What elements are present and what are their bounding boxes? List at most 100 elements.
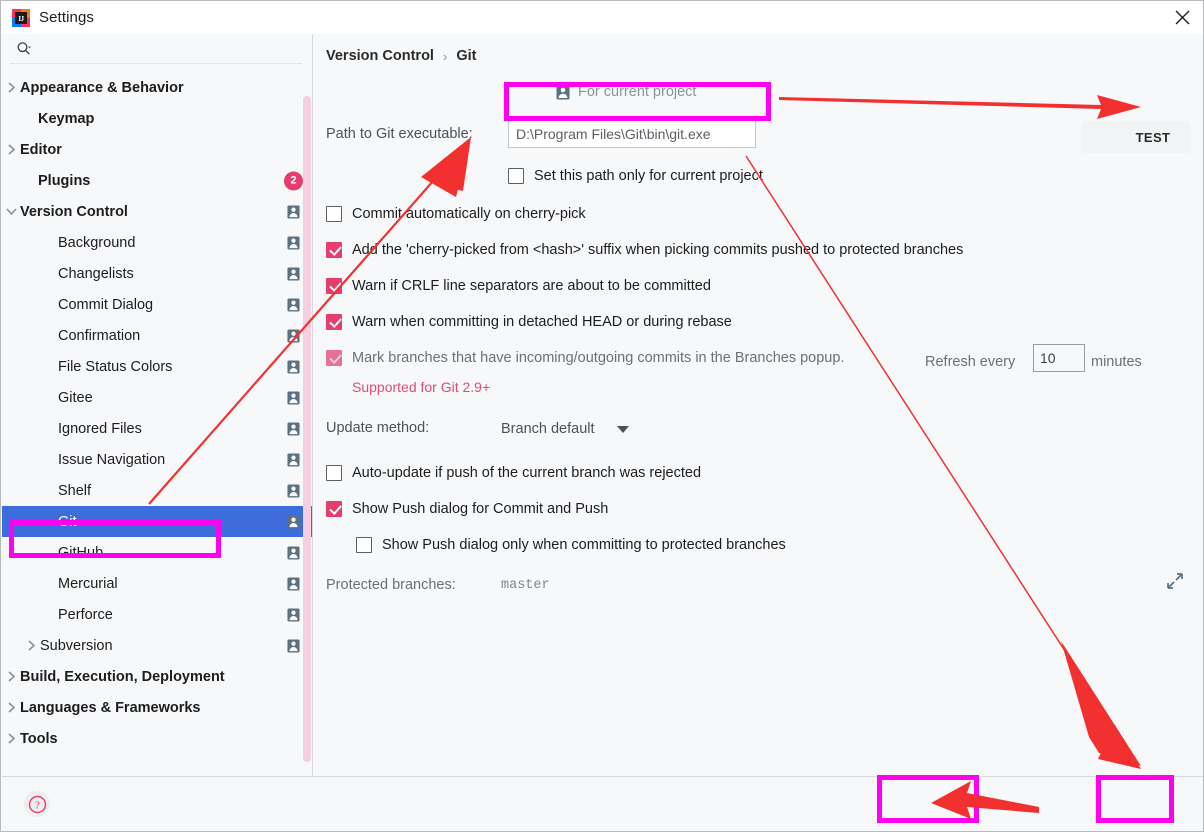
tree-arrow-spacer (40, 537, 58, 568)
sidebar-item-background[interactable]: Background (2, 227, 312, 258)
mark-branches-checkbox[interactable] (326, 350, 342, 366)
update-method-label: Update method: (326, 420, 430, 436)
show-push-dialog-row[interactable]: Show Push dialog for Commit and Push (326, 501, 608, 517)
sidebar-item-keymap[interactable]: Keymap (2, 103, 312, 134)
sidebar-item-label: File Status Colors (58, 358, 173, 375)
chevron-right-icon[interactable] (2, 72, 20, 103)
tree-arrow-spacer (40, 444, 58, 475)
sidebar-item-ignored-files[interactable]: Ignored Files (2, 413, 312, 444)
close-icon[interactable] (1159, 1, 1203, 34)
update-method-value: Branch default (501, 421, 595, 437)
chevron-right-icon[interactable] (2, 134, 20, 165)
sidebar-item-label: Background (58, 234, 136, 251)
update-method-dropdown[interactable]: Branch default (501, 415, 629, 443)
sidebar-item-label: Languages & Frameworks (20, 699, 201, 716)
protected-branches-value[interactable]: master (501, 578, 550, 593)
add-cherry-picked-suffix-checkbox[interactable] (326, 242, 342, 258)
tree-arrow-spacer (40, 599, 58, 630)
sidebar-item-label: Version Control (20, 203, 128, 220)
sidebar-item-editor[interactable]: Editor (2, 134, 312, 165)
sidebar-item-label: Mercurial (58, 575, 118, 592)
sidebar-item-build-execution-deployment[interactable]: Build, Execution, Deployment (2, 661, 312, 692)
sidebar-item-perforce[interactable]: Perforce (2, 599, 312, 630)
chevron-right-icon[interactable] (2, 723, 20, 754)
plugins-count-badge: 2 (284, 171, 303, 190)
warn-detached-head-label: Warn when committing in detached HEAD or… (352, 314, 732, 330)
set-path-only-checkbox[interactable] (508, 168, 524, 184)
git-version-hint: Supported for Git 2.9+ (352, 379, 491, 395)
person-icon (287, 577, 300, 591)
sidebar-item-issue-navigation[interactable]: Issue Navigation (2, 444, 312, 475)
svg-text:?: ? (35, 799, 40, 811)
warn-detached-head-checkbox[interactable] (326, 314, 342, 330)
breadcrumb: Version Control › Git (326, 48, 476, 64)
person-icon (287, 546, 300, 560)
tree-arrow-spacer (40, 506, 58, 537)
sidebar-item-shelf[interactable]: Shelf (2, 475, 312, 506)
add-cherry-picked-suffix-row[interactable]: Add the 'cherry-picked from <hash>' suff… (326, 242, 963, 258)
sidebar-item-github[interactable]: GitHub (2, 537, 312, 568)
person-icon (556, 85, 570, 100)
person-icon (287, 515, 300, 529)
sidebar-item-label: Build, Execution, Deployment (20, 668, 225, 685)
path-to-git-input[interactable]: D:\Program Files\Git\bin\git.exe (508, 120, 756, 148)
chevron-right-icon[interactable] (2, 692, 20, 723)
person-icon (287, 484, 300, 498)
sidebar-item-subversion[interactable]: Subversion (2, 630, 312, 661)
show-push-dialog-protected-checkbox[interactable] (356, 537, 372, 553)
sidebar-scrollbar[interactable] (303, 96, 311, 762)
mark-branches-row[interactable]: Mark branches that have incoming/outgoin… (326, 350, 844, 366)
show-push-dialog-checkbox[interactable] (326, 501, 342, 517)
search-input[interactable] (32, 40, 312, 58)
sidebar-item-tools[interactable]: Tools (2, 723, 312, 754)
sidebar-item-label: Commit Dialog (58, 296, 154, 313)
settings-tree: Appearance & Behavior Keymap Editor Plugins… (2, 72, 312, 754)
chevron-down-icon[interactable] (2, 196, 20, 227)
tree-arrow-spacer (40, 568, 58, 599)
auto-update-push-rejected-checkbox[interactable] (326, 465, 342, 481)
sidebar-item-languages-frameworks[interactable]: Languages & Frameworks (2, 692, 312, 723)
breadcrumb-current: Git (456, 48, 477, 64)
search-row[interactable] (2, 34, 312, 64)
sidebar-item-appearance-behavior[interactable]: Appearance & Behavior (2, 72, 312, 103)
test-button[interactable]: TEST (1116, 121, 1190, 153)
person-icon (287, 236, 300, 250)
warn-crlf-row[interactable]: Warn if CRLF line separators are about t… (326, 278, 711, 294)
commit-automatically-cherry-pick-row[interactable]: Commit automatically on cherry-pick (326, 206, 586, 222)
set-path-only-checkbox-row[interactable]: Set this path only for current project (508, 168, 763, 184)
sidebar-item-label: Keymap (38, 110, 95, 127)
show-push-dialog-protected-row[interactable]: Show Push dialog only when committing to… (356, 537, 786, 553)
person-icon (287, 360, 300, 374)
minutes-label: minutes (1091, 354, 1142, 370)
sidebar-item-label: Shelf (58, 482, 92, 499)
sidebar-item-confirmation[interactable]: Confirmation (2, 320, 312, 351)
sidebar-item-gitee[interactable]: Gitee (2, 382, 312, 413)
sidebar-item-label: Appearance & Behavior (20, 79, 184, 96)
show-push-dialog-label: Show Push dialog for Commit and Push (352, 501, 609, 517)
person-icon (287, 608, 300, 622)
sidebar-item-changelists[interactable]: Changelists (2, 258, 312, 289)
chevron-right-icon[interactable] (22, 630, 40, 661)
sidebar-item-file-status-colors[interactable]: File Status Colors (2, 351, 312, 382)
mark-branches-label: Mark branches that have incoming/outgoin… (352, 350, 845, 366)
person-icon (287, 639, 300, 653)
help-icon[interactable]: ? (24, 791, 50, 817)
sidebar-item-plugins[interactable]: Plugins 2 (2, 165, 312, 196)
commit-automatically-cherry-pick-checkbox[interactable] (326, 206, 342, 222)
show-push-dialog-protected-label: Show Push dialog only when committing to… (382, 537, 786, 553)
expand-icon[interactable] (1165, 571, 1185, 591)
sidebar-item-label: Issue Navigation (58, 451, 166, 468)
tree-arrow-spacer (40, 475, 58, 506)
refresh-interval-input[interactable]: 10 (1033, 344, 1085, 372)
breadcrumb-parent[interactable]: Version Control (326, 48, 434, 64)
warn-crlf-checkbox[interactable] (326, 278, 342, 294)
auto-update-push-rejected-row[interactable]: Auto-update if push of the current branc… (326, 465, 701, 481)
sidebar-item-git[interactable]: Git (2, 506, 312, 537)
sidebar-item-label: Subversion (40, 637, 113, 654)
chevron-right-icon[interactable] (2, 661, 20, 692)
sidebar-item-version-control[interactable]: Version Control (2, 196, 312, 227)
sidebar-item-mercurial[interactable]: Mercurial (2, 568, 312, 599)
commit-automatically-cherry-pick-label: Commit automatically on cherry-pick (352, 206, 586, 222)
sidebar-item-commit-dialog[interactable]: Commit Dialog (2, 289, 312, 320)
warn-detached-head-row[interactable]: Warn when committing in detached HEAD or… (326, 314, 732, 330)
